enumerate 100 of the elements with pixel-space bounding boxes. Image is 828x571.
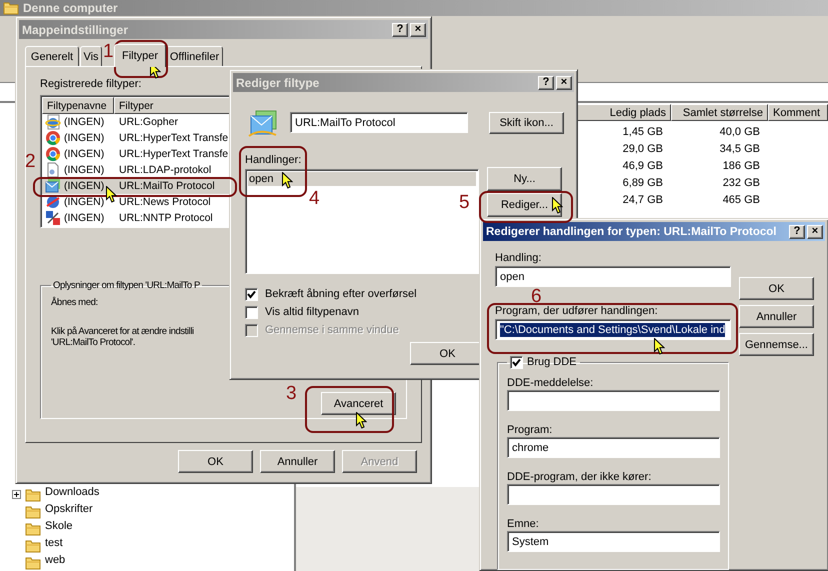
ok-button[interactable]: OK: [178, 450, 253, 473]
list-cell: URL:News Protocol: [119, 196, 211, 208]
list-cell-text: (INGEN): [64, 132, 106, 144]
folder-name[interactable]: Opskrifter: [45, 503, 93, 515]
folder-icon: [25, 504, 41, 518]
text-field[interactable]: chrome: [507, 437, 720, 458]
text-field[interactable]: System: [507, 531, 720, 552]
info-text: Klik på Avanceret for at ændre indstilli: [51, 326, 194, 337]
step-number: 2: [25, 152, 36, 171]
checkbox-label: Gennemse i samme vindue: [265, 324, 399, 336]
window-title: Rediger filtype: [236, 76, 320, 90]
checkbox-label: Vis altid filtypenavn: [265, 306, 359, 318]
tab[interactable]: Offlinefiler: [166, 46, 223, 66]
table-cell-text: 34,5 GB: [718, 142, 761, 157]
browser-icon: [45, 146, 61, 162]
browse-button[interactable]: Gennemse...: [739, 333, 814, 356]
text-field[interactable]: [507, 390, 720, 411]
change-icon-button[interactable]: Skift ikon...: [489, 112, 564, 134]
checkbox-label: Brug DDE: [527, 356, 577, 368]
table-cell-text: 24,7 GB: [622, 193, 664, 208]
window-title: Redigerer handlingen for typen: URL:MailTo Protocol: [486, 226, 778, 238]
table-cell-text: 1,45 GB: [622, 125, 664, 140]
step-number: 6: [531, 287, 542, 306]
browser-icon: [45, 114, 61, 130]
field-label: Åbnes med:: [51, 297, 98, 308]
action-field[interactable]: open: [495, 266, 731, 287]
text-field[interactable]: [507, 484, 720, 505]
help-button[interactable]: ?: [789, 224, 805, 238]
program-field[interactable]: "C:\Documents and Settings\Svend\Lokale ind: [495, 319, 731, 340]
list-cell: URL:Gopher: [119, 116, 178, 128]
cursor-icon: [106, 186, 117, 203]
list-label: Registrerede filtyper:: [40, 78, 142, 90]
list-cell: URL:MailTo Protocol: [119, 180, 215, 192]
close-button[interactable]: ×: [807, 224, 823, 238]
column-header[interactable]: Filtypenavne: [42, 97, 114, 114]
list-cell-text: (INGEN): [64, 164, 106, 176]
tab[interactable]: Filtyper: [114, 44, 166, 67]
window-title: Mappeindstillinger: [22, 22, 130, 36]
cursor-icon: [282, 172, 293, 189]
step-number: 1: [103, 42, 114, 61]
document-icon: [45, 162, 61, 178]
cancel-button[interactable]: Annuller: [260, 450, 335, 473]
table-cell-text: 29,0 GB: [622, 142, 664, 157]
list-cell-text: (INGEN): [64, 212, 106, 224]
folder-icon: [3, 1, 19, 15]
field-label: Program:: [507, 424, 552, 436]
folder-name[interactable]: web: [45, 554, 66, 566]
list-cell: URL:NNTP Protocol: [119, 212, 213, 224]
mail-icon: [45, 178, 61, 194]
folder-icon: [25, 488, 41, 502]
folder-name[interactable]: Skole: [45, 520, 73, 532]
folder-icon: [25, 522, 41, 536]
new-button[interactable]: Ny...: [487, 167, 562, 191]
list-cell: URL:HyperText Transfe: [119, 132, 228, 144]
folder-icon: [25, 538, 41, 552]
field-label: DDE-meddelelse:: [507, 377, 594, 389]
list-cell: URL:HyperText Transfe: [119, 148, 228, 160]
list-cell-text: (INGEN): [64, 148, 106, 160]
table-cell-text: 40,0 GB: [718, 125, 761, 140]
name-field[interactable]: URL:MailTo Protocol: [290, 112, 468, 133]
folder-name[interactable]: Downloads: [45, 486, 100, 498]
checkbox[interactable]: [510, 356, 523, 369]
table-cell-text: 46,9 GB: [622, 159, 664, 174]
check-icon: [512, 358, 521, 367]
field-label: Handlinger:: [245, 154, 302, 166]
column-header[interactable]: Samlet størrelse: [671, 104, 768, 121]
group-title: Oplysninger om filtypen 'URL:MailTo P: [52, 280, 201, 291]
step-number: 5: [459, 193, 470, 212]
list-cell-text: (INGEN): [64, 196, 106, 208]
checkbox-label: Bekræft åbning efter overførsel: [265, 288, 417, 300]
checkbox[interactable]: [245, 288, 258, 301]
advanced-button[interactable]: Avanceret: [321, 392, 396, 415]
column-header[interactable]: Komment: [768, 104, 828, 121]
list-cell-text: (INGEN): [64, 116, 106, 128]
field-label: Handling:: [495, 252, 542, 264]
list-item[interactable]: open: [248, 172, 476, 186]
field-label: Program, der udfører handlingen:: [495, 305, 658, 317]
expand-button[interactable]: [12, 490, 21, 499]
checkbox[interactable]: [245, 306, 258, 319]
window-title: Denne computer: [23, 1, 119, 15]
table-cell-text: 6,89 GB: [622, 176, 664, 191]
step-number: 3: [286, 384, 297, 403]
browser-icon: [45, 130, 61, 146]
field-label: Emne:: [507, 518, 539, 530]
info-text: 'URL:MailTo Protocol'.: [51, 337, 136, 348]
table-cell-text: 186 GB: [722, 159, 761, 174]
cursor-icon: [356, 412, 367, 429]
list-cell-text: (INGEN): [64, 180, 106, 192]
check-icon: [247, 290, 256, 299]
ok-button[interactable]: OK: [739, 277, 814, 300]
tab[interactable]: Generelt: [25, 46, 79, 66]
folder-icon: [25, 556, 41, 570]
table-cell-text: 232 GB: [722, 176, 761, 191]
cursor-icon: [552, 197, 563, 214]
field-label: DDE-program, der ikke kører:: [507, 471, 652, 483]
cancel-button[interactable]: Annuller: [739, 305, 814, 328]
list-cell: URL:LDAP-protokol: [119, 164, 212, 176]
cursor-icon: [654, 338, 665, 355]
folder-name[interactable]: test: [45, 537, 63, 549]
tab[interactable]: Vis: [80, 46, 102, 66]
